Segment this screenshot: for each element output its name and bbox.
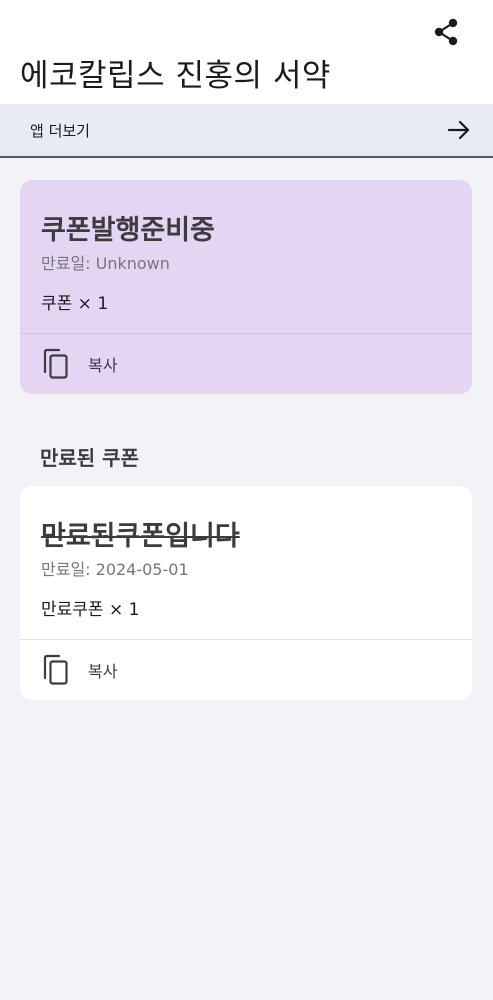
copy-label: 복사 <box>88 662 118 681</box>
coupon-name: 만료된쿠폰입니다 <box>41 521 240 552</box>
more-apps-label: 앱 더보기 <box>30 121 90 140</box>
coupon-page: 에코칼립스 진홍의 서약 앱 더보기 쿠폰발행준비중 만료일: Unknown … <box>0 0 493 1000</box>
arrow-right-icon <box>445 116 473 144</box>
coupon-expiry: 만료일: 2024-05-01 <box>41 560 189 579</box>
expired-coupon-card: 만료된쿠폰입니다 만료일: 2024-05-01 만료쿠폰 × 1 복사 <box>20 486 472 700</box>
copy-icon <box>40 348 72 380</box>
share-icon <box>434 18 458 46</box>
coupon-name: 쿠폰발행준비중 <box>41 215 215 246</box>
expired-section-title: 만료된 쿠폰 <box>40 446 139 470</box>
card-divider <box>20 639 472 640</box>
copy-button[interactable]: 복사 <box>40 346 117 382</box>
more-apps-bar[interactable]: 앱 더보기 <box>0 104 493 158</box>
copy-button[interactable]: 복사 <box>40 652 117 688</box>
active-coupon-card: 쿠폰발행준비중 만료일: Unknown 쿠폰 × 1 복사 <box>20 180 472 394</box>
copy-label: 복사 <box>88 356 118 375</box>
card-divider <box>20 333 472 334</box>
page-title: 에코칼립스 진홍의 서약 <box>20 58 331 94</box>
coupon-quantity: 쿠폰 × 1 <box>41 294 109 314</box>
share-button[interactable] <box>426 14 466 50</box>
app-header: 에코칼립스 진홍의 서약 <box>0 0 493 104</box>
copy-icon <box>40 654 72 686</box>
coupon-quantity: 만료쿠폰 × 1 <box>41 600 140 620</box>
coupon-expiry: 만료일: Unknown <box>41 254 170 273</box>
